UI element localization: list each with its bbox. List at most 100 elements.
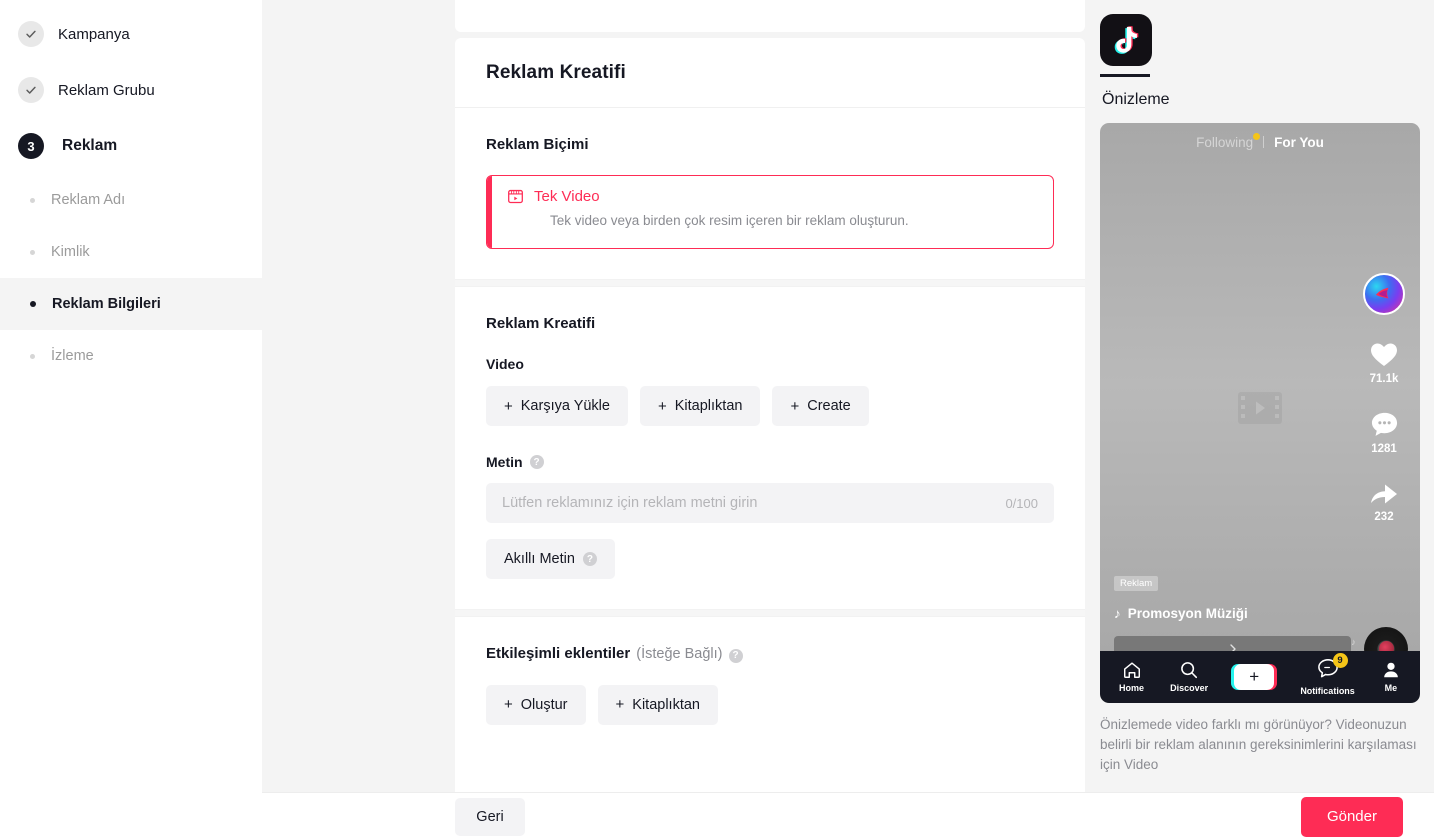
upload-video-label: Karşıya Yükle xyxy=(520,398,610,414)
sidebar-step-ad[interactable]: 3 Reklam xyxy=(0,118,262,174)
sidebar-item-reklam-adi[interactable]: Reklam Adı xyxy=(0,174,262,226)
format-option-description: Tek video veya birden çok resim içeren b… xyxy=(550,213,909,228)
text-field-label: Metin ? xyxy=(486,454,1054,470)
character-counter: 0/100 xyxy=(1005,495,1038,511)
format-option-single-video[interactable]: Tek Video Tek video veya birden çok resi… xyxy=(486,175,1054,249)
nav-create[interactable]: + xyxy=(1231,663,1278,690)
check-icon xyxy=(18,77,44,103)
comment-action[interactable]: 1281 xyxy=(1360,411,1408,455)
creative-section-label: Reklam Kreatifi xyxy=(486,315,596,332)
format-option-title: Tek Video xyxy=(534,188,600,205)
from-library-addon-label: Kitaplıktan xyxy=(632,696,700,713)
tab-divider xyxy=(1263,136,1265,148)
help-icon[interactable]: ? xyxy=(529,455,544,469)
sidebar-subitem-label: Reklam Adı xyxy=(51,192,126,208)
nav-notifications[interactable]: 9 Notifications xyxy=(1300,652,1355,696)
plus-icon: + xyxy=(790,397,800,415)
preview-title: Önizleme xyxy=(1102,90,1170,108)
help-icon[interactable]: ? xyxy=(582,552,597,566)
sidebar-step-campaign[interactable]: Kampanya xyxy=(0,6,262,62)
nav-notifications-label: Notifications xyxy=(1300,685,1355,696)
tab-following[interactable]: Following xyxy=(1196,132,1261,150)
submit-button[interactable]: Gönder xyxy=(1300,796,1403,837)
smart-text-button[interactable]: Akıllı Metin ? xyxy=(486,539,615,579)
ad-text-placeholder: Lütfen reklamınız için reklam metni giri… xyxy=(502,495,758,511)
sidebar-item-kimlik[interactable]: Kimlik xyxy=(0,226,262,278)
notification-badge: 9 xyxy=(1332,652,1348,668)
bullet-icon xyxy=(30,353,35,359)
sidebar-item-izleme[interactable]: İzleme xyxy=(0,330,262,382)
sidebar-subitem-label: Kimlik xyxy=(51,244,90,260)
bullet-icon xyxy=(30,249,35,255)
previous-card-partial xyxy=(455,0,1085,32)
ad-badge: Reklam xyxy=(1114,575,1159,591)
bullet-icon xyxy=(30,301,36,307)
preview-platform-tab[interactable] xyxy=(1100,14,1156,77)
optional-tag: (İsteğe Bağlı) xyxy=(636,646,723,662)
sidebar-step-label: Reklam Grubu xyxy=(58,81,155,99)
scroll-area[interactable]: Reklam Kreatifi Reklam Biçimi Tek Video … xyxy=(262,0,1090,840)
back-button[interactable]: Geri xyxy=(455,797,525,836)
share-count: 232 xyxy=(1374,510,1394,523)
tab-following-label: Following xyxy=(1196,134,1254,150)
home-icon xyxy=(1123,662,1140,678)
like-action[interactable]: 71.1k xyxy=(1360,341,1408,385)
new-content-dot-icon xyxy=(1253,132,1261,140)
search-icon xyxy=(1181,662,1198,679)
preview-note: Önizlemede video farklı mı görünüyor? Vi… xyxy=(1100,716,1417,772)
nav-home[interactable]: Home xyxy=(1119,660,1144,693)
plus-icon: + xyxy=(657,397,667,415)
main-content-column: Reklam Kreatifi Reklam Biçimi Tek Video … xyxy=(262,0,1090,840)
create-video-label: Create xyxy=(807,398,851,414)
nav-home-label: Home xyxy=(1119,683,1145,693)
plus-icon: + xyxy=(504,397,513,415)
sidebar-step-label: Kampanya xyxy=(58,25,130,43)
nav-me[interactable]: Me xyxy=(1381,660,1401,693)
interaction-rail: 71.1k 1281 232 xyxy=(1360,272,1408,523)
from-library-video-button[interactable]: + Kitaplıktan xyxy=(639,386,761,426)
help-icon[interactable]: ? xyxy=(728,648,743,663)
ad-creative-card: Reklam Kreatifi Reklam Biçimi Tek Video … xyxy=(455,38,1085,840)
active-tab-indicator xyxy=(1100,74,1150,77)
plus-icon: + xyxy=(615,696,625,713)
creative-section: Reklam Kreatifi Video + Karşıya Yükle + … xyxy=(455,287,1085,609)
create-addon-label: Oluştur xyxy=(520,696,568,713)
nav-me-label: Me xyxy=(1384,683,1398,693)
section-divider xyxy=(455,279,1085,287)
ad-format-section: Reklam Biçimi Tek Video Tek video veya b… xyxy=(455,108,1085,279)
video-source-buttons: + Karşıya Yükle + Kitaplıktan + Create xyxy=(486,386,1054,426)
share-icon xyxy=(1371,484,1397,503)
profile-avatar-icon[interactable] xyxy=(1363,272,1405,315)
card-header: Reklam Kreatifi xyxy=(455,38,1085,108)
heart-icon xyxy=(1371,343,1397,366)
music-note-icon: ♪ xyxy=(1114,605,1121,621)
ads-manager-page: Kampanya Reklam Grubu 3 Reklam Reklam Ad… xyxy=(0,0,1434,840)
wizard-footer: Geri Gönder xyxy=(262,792,1434,840)
ad-format-label: Reklam Biçimi xyxy=(486,136,589,153)
interactive-addons-buttons: + Oluştur + Kitaplıktan xyxy=(486,684,1054,725)
nav-discover-label: Discover xyxy=(1170,683,1209,693)
preview-panel: Önizleme Following For You 71.1k 1281 23… xyxy=(1090,0,1434,840)
from-library-addon-button[interactable]: + Kitaplıktan xyxy=(597,684,718,725)
nav-discover[interactable]: Discover xyxy=(1170,660,1208,693)
tab-for-you[interactable]: For You xyxy=(1274,135,1324,150)
comment-count: 1281 xyxy=(1371,442,1397,455)
music-title: Promosyon Müziği xyxy=(1127,605,1248,621)
interactive-addons-title: Etkileşimli eklentiler xyxy=(486,645,631,662)
create-addon-button[interactable]: + Oluştur xyxy=(486,684,586,725)
plus-icon: + xyxy=(504,696,513,713)
sidebar-step-adgroup[interactable]: Reklam Grubu xyxy=(0,62,262,118)
video-label-text: Video xyxy=(486,356,524,372)
upload-video-button[interactable]: + Karşıya Yükle xyxy=(486,386,628,426)
share-action[interactable]: 232 xyxy=(1360,481,1408,523)
ad-text-input[interactable]: Lütfen reklamınız için reklam metni giri… xyxy=(486,483,1054,523)
step-number-badge: 3 xyxy=(18,133,44,159)
sidebar-subitem-label: İzleme xyxy=(51,348,94,364)
plus-icon: + xyxy=(1231,663,1278,690)
phone-preview: Following For You 71.1k 1281 232 Reklam … xyxy=(1100,122,1420,703)
sidebar-subitem-label: Reklam Bilgileri xyxy=(52,296,161,312)
person-icon xyxy=(1384,662,1398,678)
create-video-button[interactable]: + Create xyxy=(772,386,869,426)
sidebar-item-reklam-bilgileri[interactable]: Reklam Bilgileri xyxy=(0,278,262,330)
sidebar-step-label: Reklam xyxy=(62,137,118,154)
